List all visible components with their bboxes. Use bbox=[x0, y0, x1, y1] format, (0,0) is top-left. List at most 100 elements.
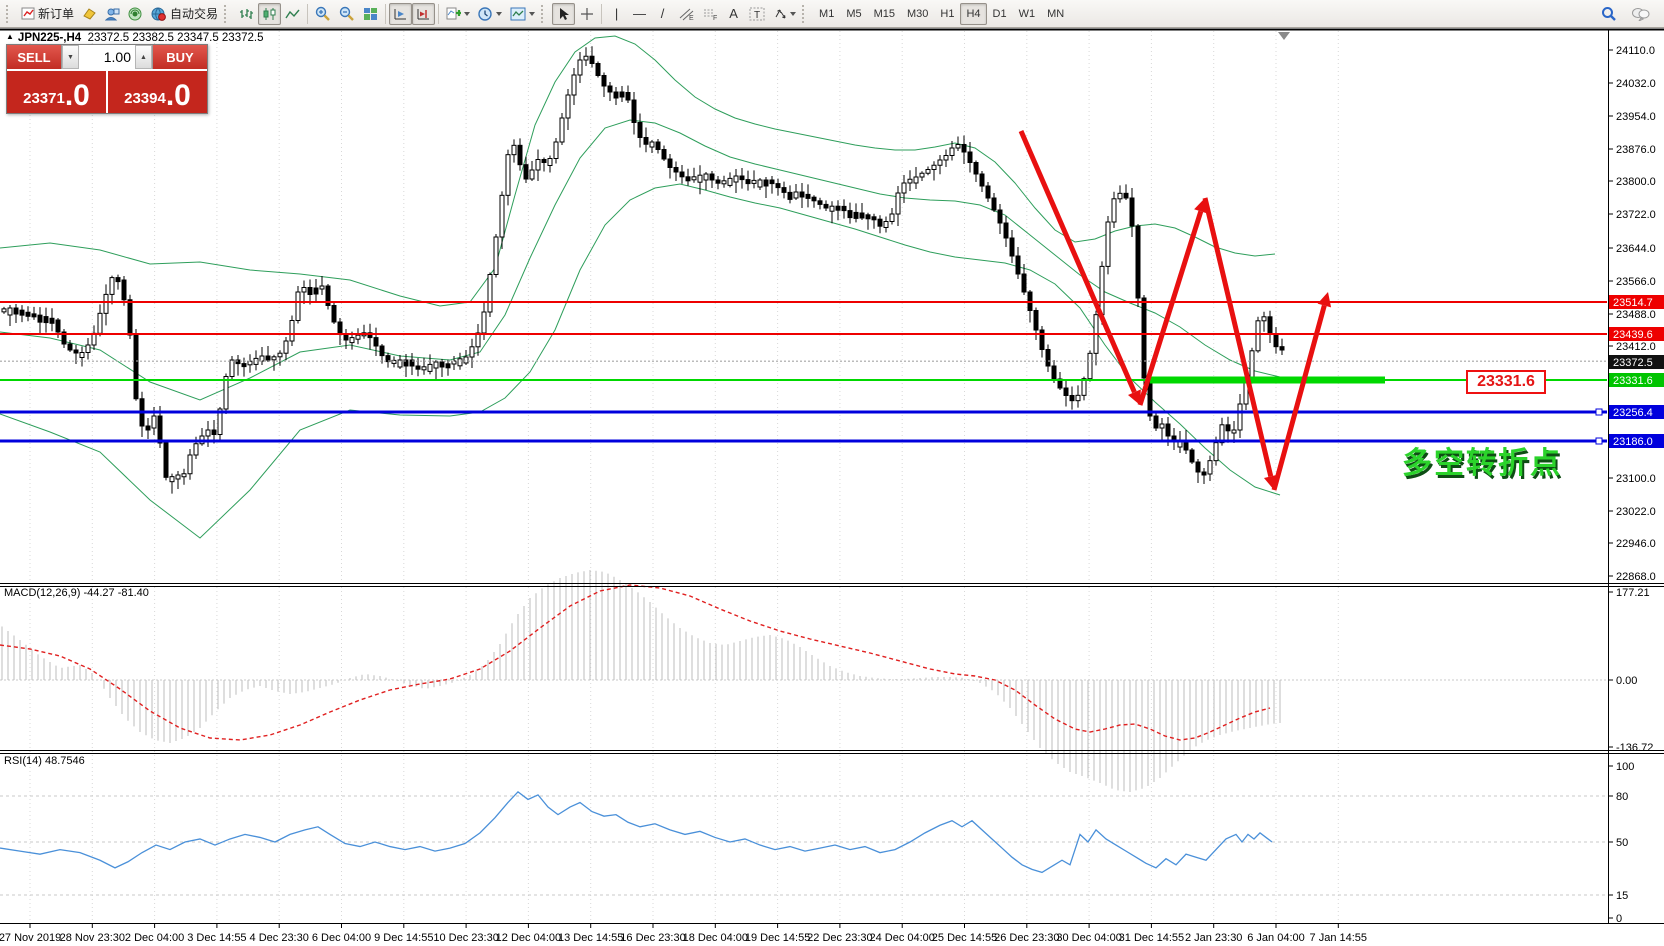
channel-icon: E bbox=[678, 7, 694, 21]
toolbar-grip[interactable] bbox=[802, 5, 808, 23]
timeframe-M1[interactable]: M1 bbox=[813, 3, 840, 25]
price-tag: 23256.4 bbox=[1609, 405, 1664, 419]
timeframe-M15[interactable]: M15 bbox=[868, 3, 901, 25]
volume-decrease-button[interactable]: ▼ bbox=[62, 45, 79, 69]
autotrade-icon bbox=[151, 7, 167, 21]
timeframe-MN[interactable]: MN bbox=[1041, 3, 1070, 25]
price-tick-label: 23100.0 bbox=[1616, 473, 1656, 485]
time-tick-label: 24 Dec 04:00 bbox=[869, 932, 934, 944]
svg-text:23439.6: 23439.6 bbox=[1613, 329, 1653, 341]
cursor-button[interactable] bbox=[552, 3, 575, 25]
macd-tick-label: 0.00 bbox=[1616, 675, 1637, 687]
thick-green-segment[interactable] bbox=[1150, 377, 1385, 384]
vline-tool-button[interactable]: | bbox=[605, 3, 628, 25]
toolbar-grip[interactable] bbox=[6, 5, 12, 23]
price-tick-label: 23488.0 bbox=[1616, 309, 1656, 321]
line-chart-button[interactable] bbox=[281, 3, 304, 25]
time-tick-label: 4 Dec 23:30 bbox=[250, 932, 309, 944]
search-icon bbox=[1601, 6, 1617, 21]
buy-button[interactable]: BUY bbox=[153, 45, 207, 69]
macd-label: MACD(12,26,9) -44.27 -81.40 bbox=[4, 587, 149, 599]
macd-signal-line bbox=[0, 585, 1270, 740]
symbol-period: JPN225-,H4 bbox=[18, 32, 81, 44]
shift-end-icon bbox=[393, 7, 408, 21]
price-tag: 23331.6 bbox=[1609, 373, 1664, 387]
svg-text:T: T bbox=[754, 10, 760, 21]
zoom-out-button[interactable] bbox=[335, 3, 359, 25]
period-button[interactable] bbox=[474, 3, 506, 25]
tile-windows-button[interactable] bbox=[359, 3, 382, 25]
price-tag: 23186.0 bbox=[1609, 434, 1664, 448]
rsi-tick-label: 0 bbox=[1616, 913, 1622, 925]
timeframe-M30[interactable]: M30 bbox=[901, 3, 934, 25]
timeframe-M5[interactable]: M5 bbox=[840, 3, 867, 25]
price-tick-label: 23722.0 bbox=[1616, 209, 1656, 221]
time-tick-label: 9 Dec 14:55 bbox=[374, 932, 433, 944]
indicators-button[interactable] bbox=[442, 3, 474, 25]
time-tick-label: 13 Dec 14:55 bbox=[558, 932, 623, 944]
chart-shift-marker[interactable] bbox=[1278, 32, 1290, 40]
history-button[interactable] bbox=[78, 3, 101, 25]
zoom-in-button[interactable] bbox=[311, 3, 335, 25]
price-tick-label: 22868.0 bbox=[1616, 571, 1656, 583]
timeframe-W1[interactable]: W1 bbox=[1013, 3, 1042, 25]
svg-text:23256.4: 23256.4 bbox=[1613, 407, 1653, 419]
price-tag: 23514.7 bbox=[1609, 295, 1664, 309]
time-tick-label: 22 Dec 23:30 bbox=[807, 932, 872, 944]
ohlc-values: 23372.5 23382.5 23347.5 23372.5 bbox=[88, 32, 264, 44]
trendline-tool-button[interactable]: / bbox=[651, 3, 674, 25]
timeframe-D1[interactable]: D1 bbox=[987, 3, 1013, 25]
time-tick-label: 12 Dec 04:00 bbox=[496, 932, 561, 944]
signal-icon bbox=[128, 7, 143, 21]
template-button[interactable] bbox=[506, 3, 539, 25]
candlestick-icon bbox=[262, 7, 277, 21]
chevron-down-icon bbox=[496, 12, 502, 19]
hline-icon: — bbox=[633, 7, 646, 20]
arrows-tool-button[interactable] bbox=[769, 3, 800, 25]
tile-windows-icon bbox=[363, 7, 378, 21]
shift-chart-button[interactable] bbox=[412, 3, 435, 25]
toolbar-grip[interactable] bbox=[541, 5, 547, 23]
price-tick-label: 24110.0 bbox=[1616, 45, 1655, 57]
sell-button[interactable]: SELL bbox=[7, 45, 61, 69]
text-tool-button[interactable]: A bbox=[722, 3, 745, 25]
timeframe-H1[interactable]: H1 bbox=[934, 3, 960, 25]
timeframe-H4[interactable]: H4 bbox=[960, 3, 986, 25]
time-tick-label: 31 Dec 14:55 bbox=[1119, 932, 1184, 944]
time-tick-label: 2 Dec 04:00 bbox=[125, 932, 184, 944]
channel-tool-button[interactable]: E bbox=[674, 3, 698, 25]
new-order-button[interactable]: 新订单 bbox=[17, 3, 78, 25]
indicators-icon bbox=[446, 7, 461, 21]
label-icon: T bbox=[749, 7, 765, 21]
collapse-icon[interactable]: ▲ bbox=[6, 32, 14, 41]
profile-button[interactable] bbox=[101, 3, 124, 25]
crosshair-button[interactable] bbox=[575, 3, 598, 25]
signal-button[interactable] bbox=[124, 3, 147, 25]
volume-increase-button[interactable]: ▲ bbox=[135, 45, 152, 69]
fibonacci-tool-button[interactable]: F bbox=[698, 3, 722, 25]
autotrade-button[interactable]: 自动交易 bbox=[147, 3, 222, 25]
candlestick-button[interactable] bbox=[258, 3, 281, 25]
price-annotation-box[interactable]: 23331.6 bbox=[1466, 370, 1546, 394]
hline-tool-button[interactable]: — bbox=[628, 3, 651, 25]
shift-chart-icon bbox=[416, 7, 431, 21]
svg-text:F: F bbox=[713, 15, 717, 21]
line-chart-icon bbox=[285, 7, 300, 21]
bar-chart-button[interactable] bbox=[235, 3, 258, 25]
template-icon bbox=[510, 7, 526, 21]
rsi-tick-label: 50 bbox=[1616, 837, 1628, 849]
time-tick-label: 25 Dec 14:55 bbox=[932, 932, 997, 944]
rsi-tick-label: 15 bbox=[1616, 890, 1628, 902]
buy-price-display[interactable]: 23394.0 bbox=[108, 71, 207, 113]
shift-end-button[interactable] bbox=[389, 3, 412, 25]
search-button[interactable] bbox=[1597, 3, 1621, 25]
period-icon bbox=[478, 7, 493, 21]
sell-price-display[interactable]: 23371.0 bbox=[7, 71, 106, 113]
volume-input[interactable] bbox=[79, 45, 135, 69]
label-tool-button[interactable]: T bbox=[745, 3, 769, 25]
toolbar-grip[interactable] bbox=[224, 5, 230, 23]
fibonacci-icon: F bbox=[702, 7, 718, 21]
chat-button[interactable] bbox=[1627, 3, 1654, 25]
chevron-down-icon bbox=[529, 12, 535, 19]
time-tick-label: 30 Dec 04:00 bbox=[1056, 932, 1121, 944]
